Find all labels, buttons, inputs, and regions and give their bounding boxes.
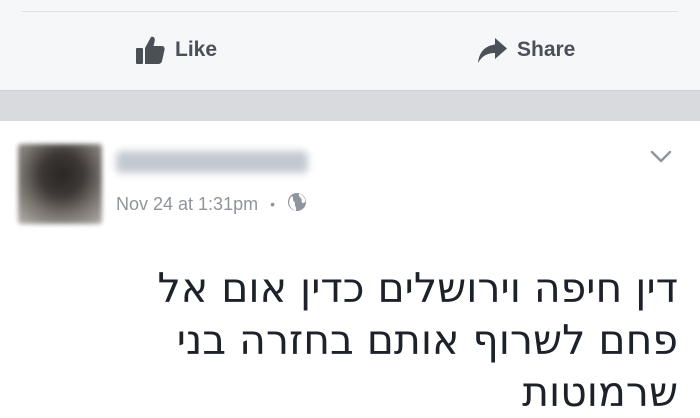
post-text: דין חיפה וירושלים כדין אום אל פחם לשרוף … [157,264,678,416]
like-label: Like [175,38,218,61]
thumbs-up-icon [134,34,166,66]
meta-separator: • [270,196,275,212]
post-meta: Nov 24 at 1:31pm • [116,191,307,217]
avatar[interactable] [18,144,102,224]
share-arrow-icon [476,36,508,64]
divider [22,11,678,12]
post-card: Nov 24 at 1:31pm • דין חיפה וירושלים כדי… [0,121,700,416]
author-name[interactable] [116,151,308,173]
share-button[interactable]: Share [476,32,575,68]
feed-separator [0,90,700,122]
chevron-down-icon[interactable] [650,150,672,169]
share-label: Share [517,38,576,61]
post-timestamp[interactable]: Nov 24 at 1:31pm [116,194,258,215]
globe-icon [287,192,307,217]
post-action-bar: Like Share [0,0,700,90]
like-button[interactable]: Like [134,32,217,68]
